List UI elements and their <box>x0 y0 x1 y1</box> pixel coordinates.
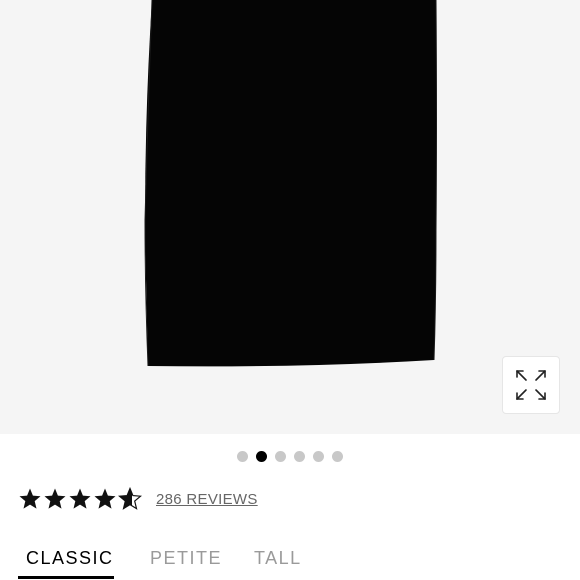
reviews-link[interactable]: 286 REVIEWS <box>156 491 258 508</box>
star-full-icon <box>18 487 42 511</box>
product-image-carousel[interactable] <box>0 0 580 434</box>
tab-classic[interactable]: CLASSIC <box>26 548 114 569</box>
carousel-dot-5[interactable] <box>313 450 324 462</box>
tab-petite[interactable]: PETITE <box>150 548 222 569</box>
carousel-dot-1[interactable] <box>237 450 248 462</box>
pencil-skirt-image <box>0 0 580 434</box>
product-page: 286 REVIEWS CLASSIC PETITE TALL <box>0 0 580 580</box>
tab-tall[interactable]: TALL <box>254 548 302 569</box>
star-half-icon <box>118 487 142 511</box>
carousel-dot-3[interactable] <box>275 450 286 462</box>
active-tab-indicator <box>18 576 114 579</box>
star-full-icon <box>43 487 67 511</box>
rating-row: 286 REVIEWS <box>18 484 258 514</box>
carousel-dot-6[interactable] <box>332 450 343 462</box>
carousel-dot-4[interactable] <box>294 450 305 462</box>
carousel-dot-2[interactable] <box>256 450 267 462</box>
star-full-icon <box>68 487 92 511</box>
expand-image-button[interactable] <box>502 356 560 414</box>
expand-arrows-icon <box>516 370 546 400</box>
size-tabs: CLASSIC PETITE TALL <box>0 538 580 580</box>
star-full-icon <box>93 487 117 511</box>
star-rating <box>18 487 142 511</box>
carousel-dots <box>0 449 580 463</box>
